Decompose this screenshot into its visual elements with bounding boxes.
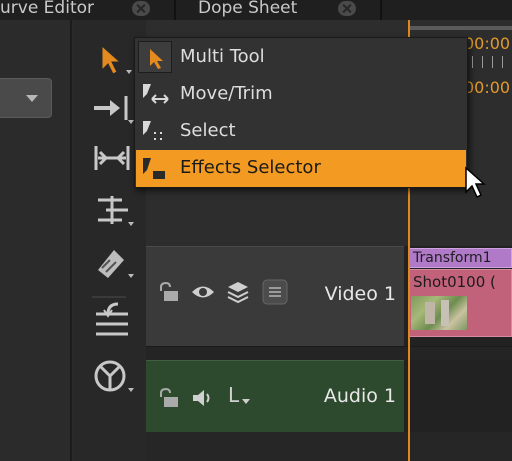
mouse-cursor-icon xyxy=(465,166,486,199)
retime-icon xyxy=(96,302,128,336)
speaker-icon[interactable] xyxy=(190,387,216,409)
toolbar-divider xyxy=(92,296,126,298)
shot-clip[interactable]: Shot0100 ( xyxy=(408,269,512,337)
timecode-top: 00:00 xyxy=(464,34,511,53)
multi-tool-button[interactable] xyxy=(88,40,138,80)
ripple-tool-button[interactable] xyxy=(88,190,138,230)
tab-dope-sheet[interactable]: Dope Sheet xyxy=(178,0,378,20)
ruler-scroll-strip[interactable] xyxy=(408,26,512,30)
empty-track-area xyxy=(146,432,512,461)
retime-tool-button[interactable] xyxy=(88,300,138,340)
chevron-down-icon xyxy=(26,95,38,102)
lock-icon[interactable] xyxy=(156,387,180,409)
chevron-down-icon xyxy=(242,399,250,404)
audio-track-lane[interactable] xyxy=(404,360,512,432)
menu-item-move-trim[interactable]: Move/Trim xyxy=(136,76,466,113)
menu-item-label: Effects Selector xyxy=(180,157,321,178)
arrow-pointer-icon xyxy=(138,41,172,73)
video-track-header[interactable]: Video 1 xyxy=(146,246,404,346)
track-blend-icon[interactable] xyxy=(262,279,288,305)
slide-icon xyxy=(94,146,130,170)
audio-track-header[interactable]: L Audio 1 xyxy=(146,360,404,432)
left-panel xyxy=(0,20,72,461)
panel-tab-bar: urve Editor Dope Sheet xyxy=(0,0,512,20)
effect-clip[interactable]: Transform1 xyxy=(408,248,512,268)
cross-dissolve-tool-button[interactable] xyxy=(88,356,138,396)
panel-dropdown[interactable] xyxy=(0,78,52,118)
tab-curve-editor[interactable]: urve Editor xyxy=(0,0,172,20)
audio-track-label: Audio 1 xyxy=(323,385,396,407)
tab-dope-sheet-label: Dope Sheet xyxy=(198,0,298,18)
menu-item-effects-selector[interactable]: Effects Selector xyxy=(136,150,466,187)
tab-separator xyxy=(380,0,382,20)
ripple-icon xyxy=(98,196,134,226)
select-icon xyxy=(138,115,172,147)
effects-selector-icon xyxy=(138,152,172,184)
menu-item-label: Multi Tool xyxy=(180,46,265,67)
arrow-right-bar-icon xyxy=(94,96,134,124)
razor-tool-button[interactable] xyxy=(88,242,138,282)
slip-tool-button[interactable] xyxy=(88,88,138,128)
shot-thumbnail xyxy=(411,296,467,330)
move-trim-icon xyxy=(138,78,172,110)
razor-icon xyxy=(98,250,134,278)
menu-item-select[interactable]: Select xyxy=(136,113,466,150)
tool-menu: Multi Tool Move/Trim Select Effects Sele… xyxy=(134,37,468,188)
menu-item-multi-tool[interactable]: Multi Tool xyxy=(136,39,466,76)
layers-icon[interactable] xyxy=(226,280,250,304)
menu-item-label: Select xyxy=(180,120,236,141)
shot-clip-label: Shot0100 ( xyxy=(413,273,496,291)
video-track-label: Video 1 xyxy=(324,283,396,305)
lock-icon[interactable] xyxy=(156,281,180,303)
audio-channel-label[interactable]: L xyxy=(228,383,239,407)
tab-curve-editor-label: urve Editor xyxy=(0,0,94,18)
arrow-pointer-icon xyxy=(101,44,132,75)
transition-icon xyxy=(94,360,134,392)
time-ruler[interactable] xyxy=(462,56,512,68)
timecode-second: 00:00 xyxy=(464,78,511,97)
slide-tool-button[interactable] xyxy=(88,138,138,178)
menu-item-label: Move/Trim xyxy=(180,83,273,104)
track-divider xyxy=(146,346,512,360)
tab-curve-editor-close-icon[interactable] xyxy=(132,1,150,16)
tab-separator xyxy=(174,0,176,20)
tab-dope-sheet-close-icon[interactable] xyxy=(338,1,356,16)
eye-icon[interactable] xyxy=(190,283,216,301)
